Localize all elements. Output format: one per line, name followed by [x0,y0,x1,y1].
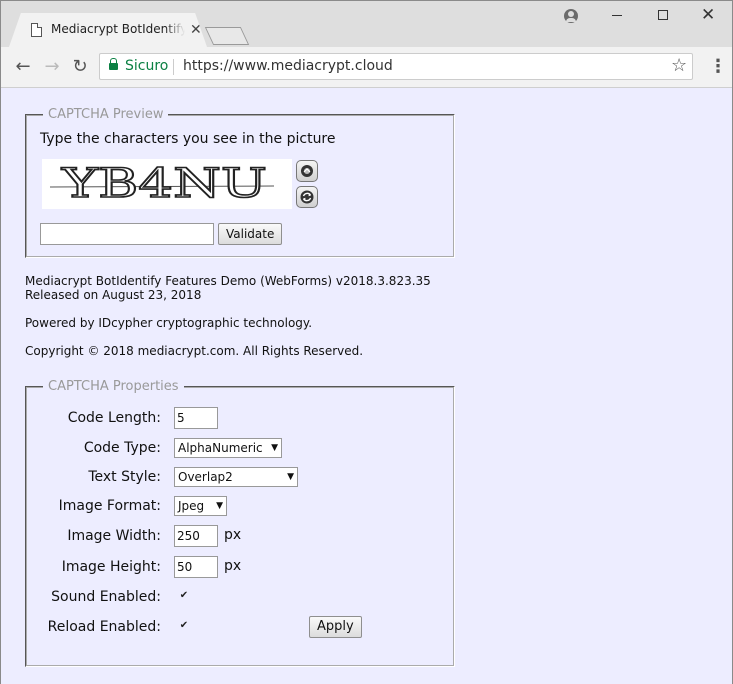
dropdown-arrow-icon: ▼ [216,501,223,511]
sound-enabled-checkbox[interactable]: ✔ [178,590,190,602]
title-bar: Mediacrypt BotIdentify Features Demo ✕ ✕ [1,1,732,47]
captcha-code-text: YB4NU [61,161,267,207]
image-width-input[interactable]: 250 [174,525,218,547]
image-height-input[interactable]: 50 [174,556,218,578]
image-width-label: Image Width: [67,528,161,544]
image-format-select[interactable]: Jpeg ▼ [174,496,227,516]
reload-enabled-label: Reload Enabled: [47,619,161,635]
image-height-unit: px [224,558,242,574]
image-format-label: Image Format: [58,498,161,514]
lock-icon [109,58,118,70]
minimize-icon[interactable] [612,15,622,16]
captcha-code-input[interactable] [40,223,214,245]
captcha-preview-legend: CAPTCHA Preview [43,107,169,123]
image-width-unit: px [224,527,242,543]
tab-close-icon[interactable]: ✕ [190,22,202,38]
code-type-label: Code Type: [83,440,161,456]
text-style-select[interactable]: Overlap2 ▼ [174,467,298,487]
image-height-label: Image Height: [61,559,161,575]
browser-window: Mediacrypt BotIdentify Features Demo ✕ ✕… [0,0,733,684]
version-text: Mediacrypt BotIdentify Features Demo (We… [25,274,431,288]
captcha-preview-fieldset: CAPTCHA Preview Type the characters you … [25,107,455,258]
dropdown-arrow-icon: ▼ [271,443,278,453]
window-close-icon[interactable]: ✕ [701,5,715,25]
code-type-value: AlphaNumeric [178,441,263,455]
dropdown-arrow-icon: ▼ [287,472,294,482]
address-bar[interactable]: Sicuro https://www.mediacrypt.cloud ☆ [99,53,693,80]
address-separator [173,59,174,75]
forward-icon[interactable]: → [41,56,63,78]
profile-icon[interactable] [564,9,578,23]
bookmark-star-icon[interactable]: ☆ [671,55,687,77]
reload-captcha-button[interactable] [296,186,318,208]
reload-icon[interactable]: ↻ [69,56,91,78]
new-tab-button[interactable] [204,27,250,45]
validate-button[interactable]: Validate [218,223,283,245]
sound-button[interactable] [296,160,318,182]
maximize-icon[interactable] [658,10,668,20]
browser-menu-icon[interactable]: ⋮ [709,56,727,78]
text-style-value: Overlap2 [178,470,233,484]
speaker-icon [301,165,313,177]
page-content: CAPTCHA Preview Type the characters you … [1,88,732,684]
page-icon [31,23,42,37]
release-date-text: Released on August 23, 2018 [25,288,202,302]
refresh-icon [300,190,314,204]
tab-title: Mediacrypt BotIdentify Features Demo [51,22,185,36]
code-length-input[interactable]: 5 [174,407,218,429]
reload-enabled-checkbox[interactable]: ✔ [178,620,190,632]
browser-tab[interactable]: Mediacrypt BotIdentify Features Demo ✕ [9,13,207,47]
captcha-properties-fieldset: CAPTCHA Properties Code Length: 5 Code T… [25,379,455,667]
browser-toolbar: ← → ↻ Sicuro https://www.mediacrypt.clou… [1,47,732,88]
apply-button[interactable]: Apply [309,616,362,638]
text-style-label: Text Style: [88,469,161,485]
code-type-select[interactable]: AlphaNumeric ▼ [174,438,282,458]
url-text[interactable]: https://www.mediacrypt.cloud [183,58,393,74]
secure-label: Sicuro [125,58,169,74]
image-format-value: Jpeg [178,499,205,513]
captcha-properties-legend: CAPTCHA Properties [43,379,184,395]
captcha-image: YB4NU [42,159,292,209]
powered-by-text: Powered by IDcypher cryptographic techno… [25,316,313,330]
captcha-instruction: Type the characters you see in the pictu… [40,131,336,147]
back-icon[interactable]: ← [12,56,34,78]
sound-enabled-label: Sound Enabled: [51,589,161,605]
code-length-label: Code Length: [67,410,161,426]
copyright-text: Copyright © 2018 mediacrypt.com. All Rig… [25,344,364,358]
